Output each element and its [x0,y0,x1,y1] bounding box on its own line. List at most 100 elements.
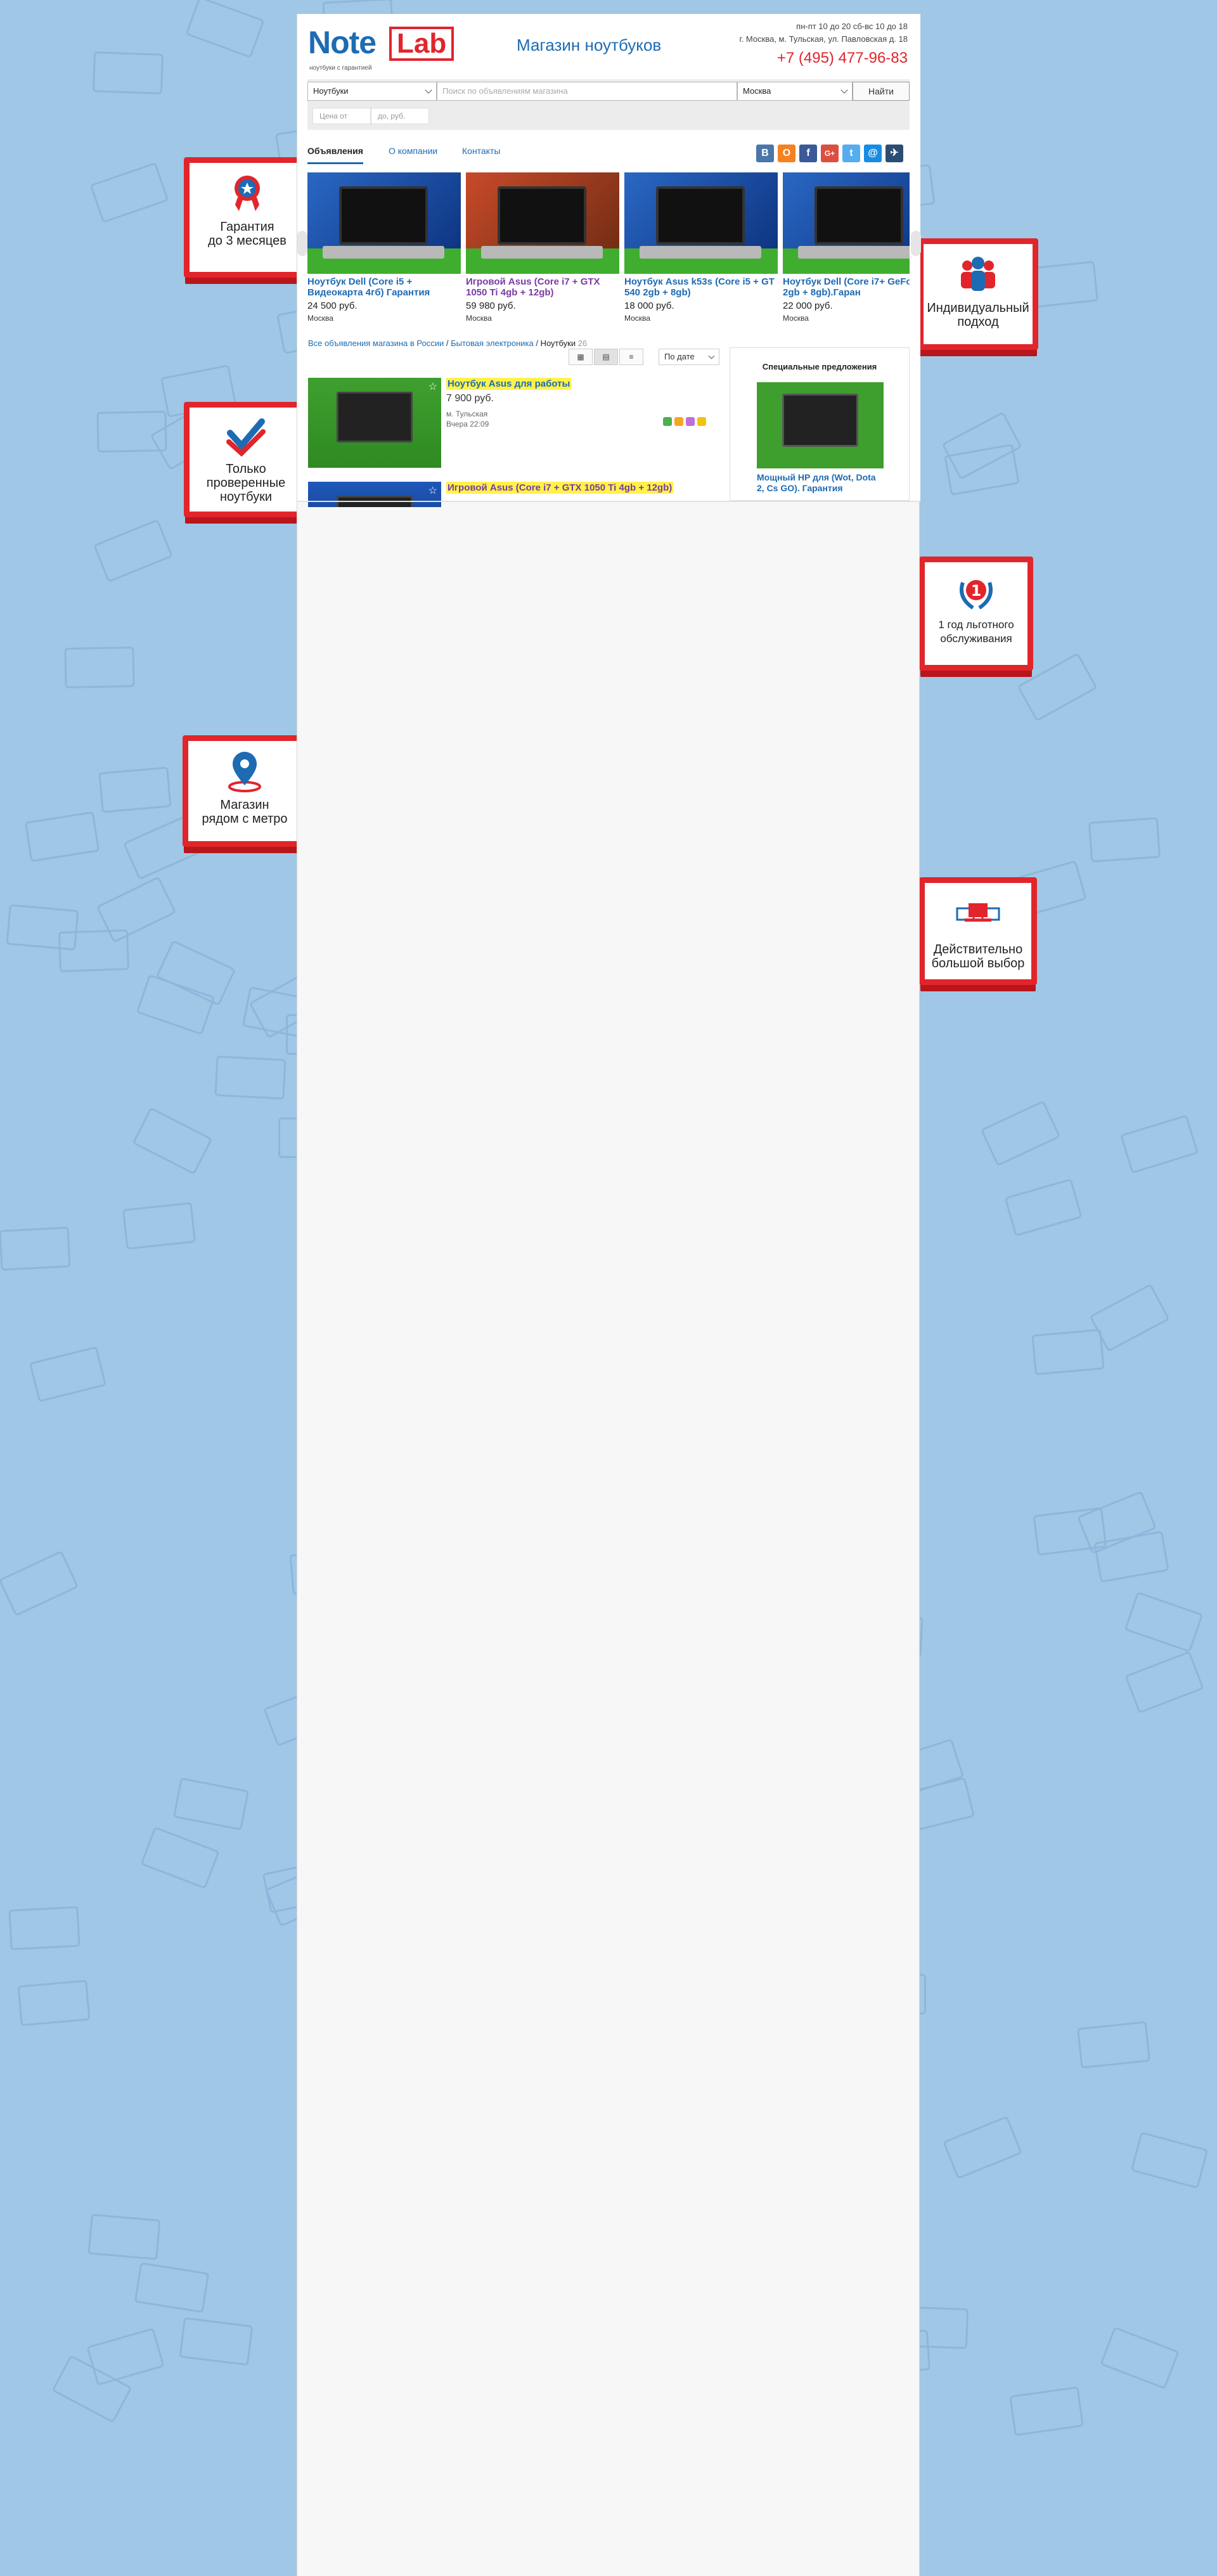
list-item-title[interactable]: Ноутбук Asus для работы [446,378,572,390]
vk-share-icon[interactable]: В [756,145,774,162]
city-select[interactable]: Москва [737,82,853,101]
carousel-card-image[interactable] [466,172,619,274]
carousel-card-title[interactable]: Ноутбук Asus k53s (Core i5 + GT 540 2gb … [624,276,778,299]
logo-note: Note [308,25,377,60]
background-laptop-icon [179,2317,254,2366]
background-laptop-icon [17,1980,91,2026]
up-arrow-icon[interactable] [663,417,672,426]
background-laptop-icon [86,2328,165,2386]
background-laptop-icon [1130,2131,1209,2189]
carousel-card-title[interactable]: Игровой Asus (Core i7 + GTX 1050 Ti 4gb … [466,276,619,299]
star-icon[interactable]: ☆ [428,380,437,393]
award-ribbon-icon [235,176,260,211]
city-select-value: Москва [743,86,771,96]
price-to-input[interactable]: до, руб. [371,108,429,124]
badge-metro-line2: рядом с метро [202,812,288,826]
carousel-card-price: 24 500 руб. [307,300,357,311]
list-item[interactable]: ☆ Игровой Asus (Core i7 + GTX 1050 Ti 4g… [308,482,714,507]
search-input-placeholder: Поиск по объявлениям магазина [442,86,568,96]
tab-about[interactable]: О компании [389,146,437,156]
background-laptop-icon [89,162,169,224]
breadcrumb-count: 26 [577,338,588,348]
background-laptop-icon [1088,817,1161,863]
laptop-screens-icon [956,903,1000,922]
badge-checked: Только проверенные ноутбуки [184,402,308,517]
background-laptop-icon [1120,1114,1199,1174]
view-switcher: ▦ ▤ ≡ [569,349,645,365]
logo[interactable]: Note Lab ноутбуки с гарантией [308,24,463,72]
badge-service-line2: обслуживания [940,633,1012,645]
list-item-image[interactable]: ☆ [308,378,441,468]
carousel-card-image[interactable] [307,172,461,274]
background-laptop-icon [132,1107,213,1175]
search-input[interactable]: Поиск по объявлениям магазина [437,82,737,101]
telegram-share-icon[interactable]: ✈ [885,145,903,162]
shop-page: Note Lab ноутбуки с гарантией Магазин но… [297,14,921,2576]
list-view-icon[interactable]: ▤ [594,349,618,365]
background-laptop-icon [1031,1329,1105,1375]
sort-select[interactable]: По дате [659,349,719,365]
carousel-card-title[interactable]: Ноутбук Dell (Core i5 + Видеокарта 4гб) … [307,276,461,299]
carousel-prev-arrow[interactable] [297,231,307,256]
background-laptop-icon [214,1055,287,1100]
price-from-input[interactable]: Цена от [312,108,371,124]
badge-metro-line1: Магазин [220,798,269,812]
badge-choice-line2: большой выбор [931,956,1025,970]
compact-view-icon[interactable]: ≡ [619,349,643,365]
people-group-icon [961,257,995,291]
find-button[interactable]: Найти [853,82,910,101]
badge-service-line1: 1 год льготного [938,619,1014,631]
background-laptop-icon [93,518,173,583]
breadcrumb-category[interactable]: Бытовая электроника [451,338,534,348]
special-offer-image[interactable] [757,382,884,468]
background-laptop-icon [1100,2326,1180,2390]
carousel-card[interactable]: Ноутбук Asus k53s (Core i5 + GT 540 2gb … [624,172,778,323]
list-item-date: Вчера 22:09 [446,420,489,428]
special-offer-title[interactable]: Мощный HP для (Wot, Dota 2, Cs GO). Гара… [757,472,884,494]
carousel-card[interactable]: Ноутбук Dell (Core i5 + Видеокарта 4гб) … [307,172,461,323]
sort-select-value: По дате [664,352,695,361]
tab-ads[interactable]: Объявления [307,146,363,164]
price-from-placeholder: Цена от [319,112,348,120]
google-plus-share-icon[interactable]: G+ [821,145,839,162]
grid-view-icon[interactable]: ▦ [569,349,593,365]
background-laptop-icon [64,647,135,688]
premium-icon[interactable] [686,417,695,426]
list-item[interactable]: ☆ Ноутбук Asus для работы 7 900 руб. м. … [308,378,714,473]
carousel-card[interactable]: Ноутбук Dell (Core i7+ GeForce 2gb + 8gb… [783,172,910,323]
shop-title: Магазин ноутбуков [517,35,662,55]
background-laptop-icon [185,0,265,58]
carousel-card-price: 18 000 руб. [624,300,674,311]
list-item-actions [663,417,720,427]
carousel-card-image[interactable] [783,172,910,274]
badge-warranty-line1: Гарантия [220,220,274,234]
category-select[interactable]: Ноутбуки [307,82,437,101]
list-item-image[interactable]: ☆ [308,482,441,507]
twitter-share-icon[interactable]: t [842,145,860,162]
list-item-title[interactable]: Игровой Asus (Core i7 + GTX 1050 Ti 4gb … [446,482,674,494]
star-icon[interactable]: ☆ [428,484,437,497]
shop-phone[interactable]: +7 (495) 477-96-83 [777,49,908,67]
carousel-card-title[interactable]: Ноутбук Dell (Core i7+ GeForce 2gb + 8gb… [783,276,910,299]
carousel-card-image[interactable] [624,172,778,274]
badge-choice-line1: Действительно [933,943,1023,956]
background-laptop-icon [980,1100,1061,1167]
carousel-card[interactable]: Игровой Asus (Core i7 + GTX 1050 Ti 4gb … [466,172,619,323]
highlight-icon[interactable] [674,417,683,426]
vip-icon[interactable] [697,417,706,426]
badge-individual-line1: Индивидуальный [927,301,1029,315]
carousel-card-city: Москва [466,314,492,323]
background-laptop-icon [0,1227,71,1271]
tab-contacts[interactable]: Контакты [462,146,500,156]
breadcrumb-all[interactable]: Все объявления магазина в России [308,338,444,348]
list-item-price: 7 900 руб. [446,393,494,404]
special-offers-heading: Специальные предложения [762,362,877,371]
carousel-card-price: 22 000 руб. [783,300,833,311]
ok-share-icon[interactable]: О [778,145,795,162]
breadcrumb-sep: / [444,338,451,348]
facebook-share-icon[interactable]: f [799,145,817,162]
carousel-next-arrow[interactable] [911,231,921,256]
badge-warranty-line2: до 3 месяцев [208,234,287,248]
mail-share-icon[interactable]: @ [864,145,882,162]
search-bar: Ноутбуки Поиск по объявлениям магазина М… [307,79,910,130]
